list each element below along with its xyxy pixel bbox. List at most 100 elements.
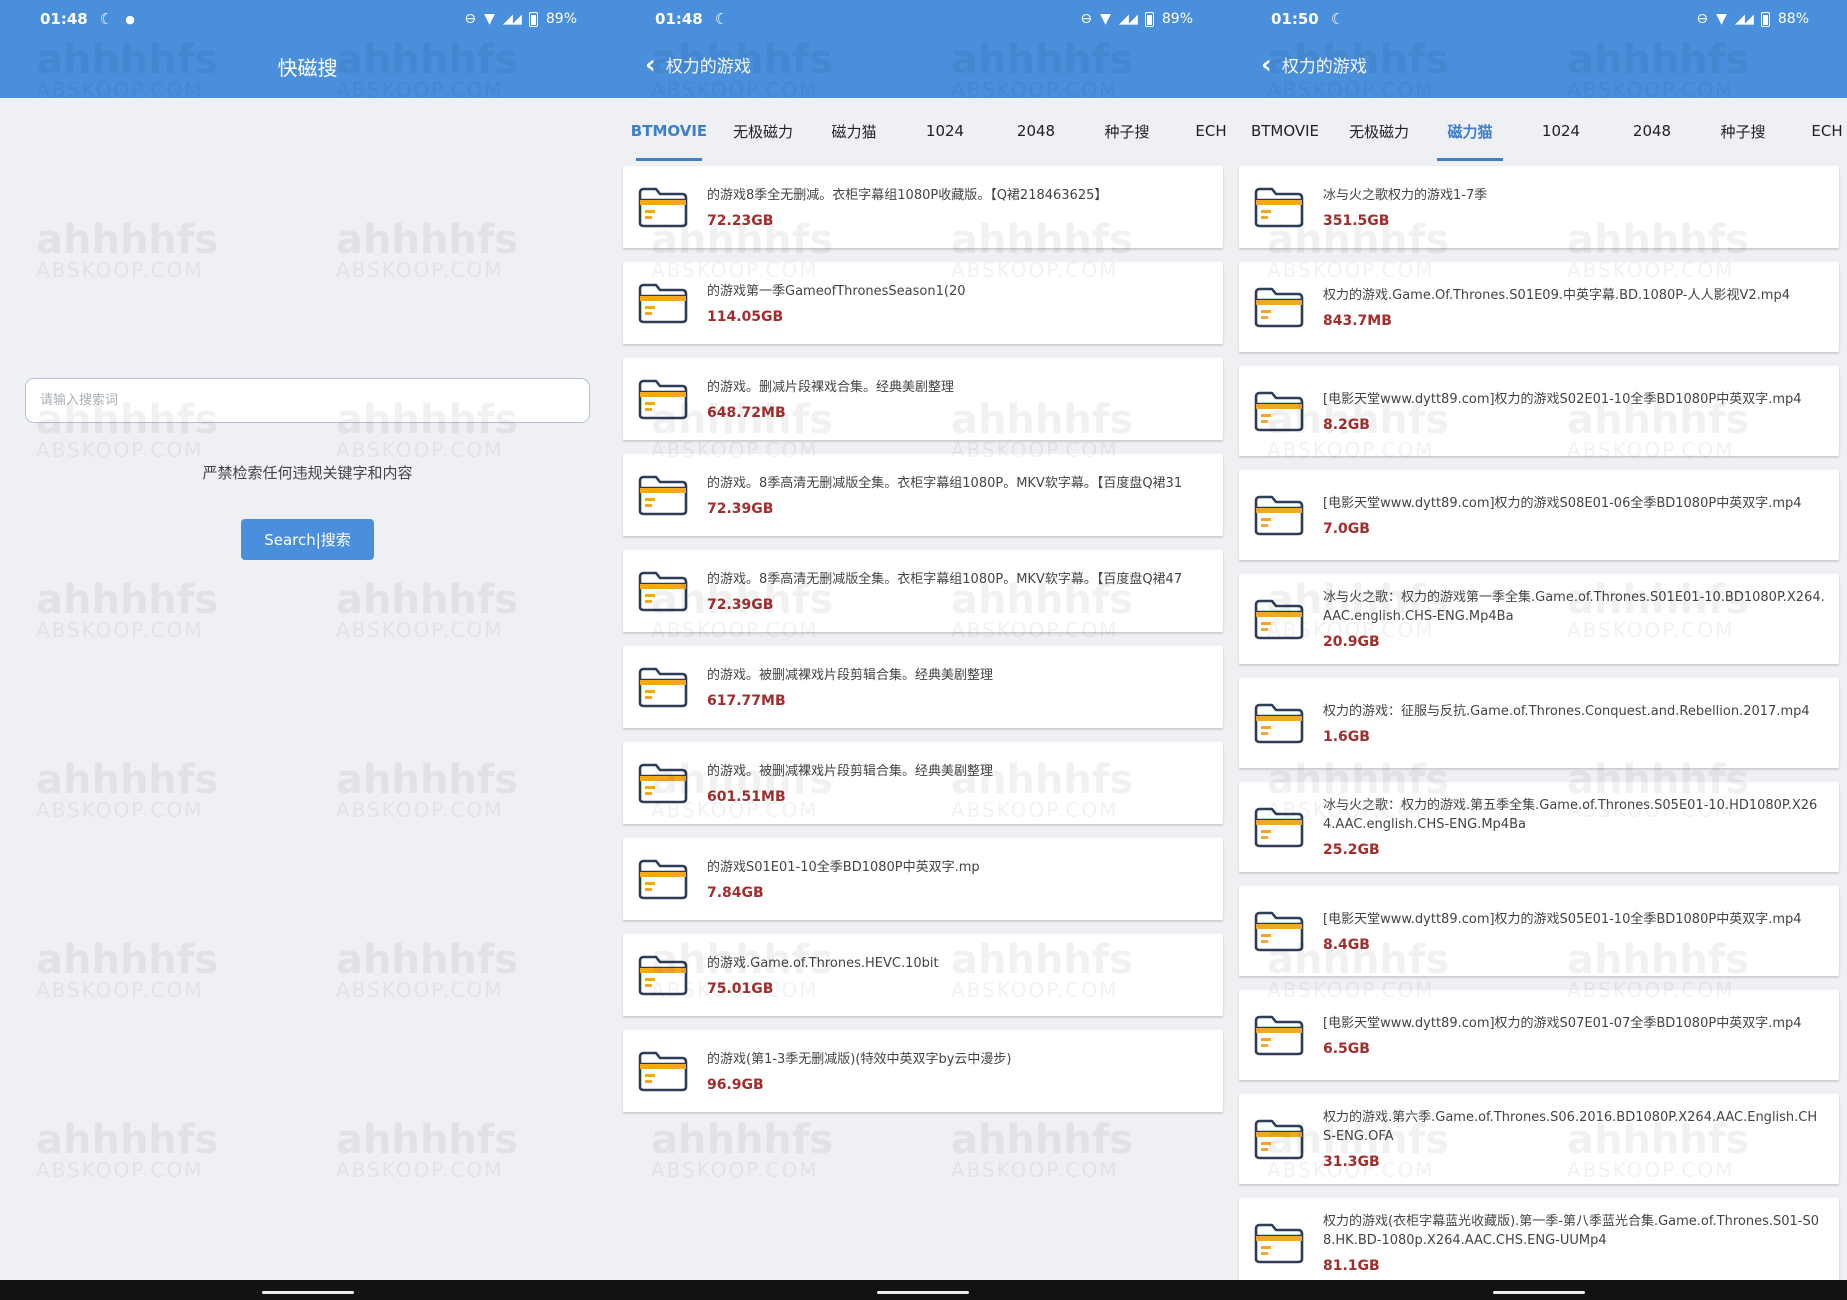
list-item-text: 的游戏。被删减裸戏片段剪辑合集。经典美剧整理 617.77MB [707,666,1209,709]
tab-0[interactable]: BTMOVIE [1243,98,1327,164]
list-item[interactable]: 的游戏8季全无删减。衣柜字幕组1080P收藏版。【Q裙218463625】 72.… [623,166,1223,248]
back-button[interactable]: ‹ 权力的游戏 [1261,49,1367,80]
list-item[interactable]: [电影天堂www.dytt89.com]权力的游戏S02E01-10全季BD10… [1239,366,1839,456]
tab-0[interactable]: BTMOVIE [627,98,711,164]
list-item-text: 权力的游戏(衣柜字幕蓝光收藏版).第一季-第八季蓝光合集.Game.of.Thr… [1323,1212,1825,1274]
list-item[interactable]: 的游戏。被删减裸戏片段剪辑合集。经典美剧整理 617.77MB [623,646,1223,728]
list-item[interactable]: 冰与火之歌权力的游戏1-7季 351.5GB [1239,166,1839,248]
list-item-text: 权力的游戏：征服与反抗.Game.of.Thrones.Conquest.and… [1323,702,1825,745]
home-indicator[interactable] [261,1291,354,1294]
page-title: 快磁搜 [277,56,338,80]
list-item[interactable]: 的游戏第一季GameofThronesSeason1(20 114.05GB [623,262,1223,344]
folder-icon [637,281,689,325]
result-size: 72.39GB [707,500,774,517]
list-item[interactable]: 权力的游戏.Game.Of.Thrones.S01E09.中英字幕.BD.108… [1239,262,1839,352]
result-name: 的游戏。8季高清无删减版全集。衣柜字幕组1080P。MKV软字幕。【百度盘Q裙4… [707,571,1183,587]
list-item[interactable]: [电影天堂www.dytt89.com]权力的游戏S05E01-10全季BD10… [1239,886,1839,976]
list-item[interactable]: 的游戏S01E01-10全季BD1080P中英双字.mp 7.84GB [623,838,1223,920]
result-name: 权力的游戏.Game.Of.Thrones.S01E09.中英字幕.BD.108… [1323,287,1790,303]
list-item[interactable]: 的游戏。8季高清无删减版全集。衣柜字幕组1080P。MKV软字幕。【百度盘Q裙3… [623,454,1223,536]
page-title: 权力的游戏 [1281,57,1367,77]
tab-1[interactable]: 无极磁力 [1340,98,1418,164]
tab-3[interactable]: 1024 [1522,98,1600,164]
list-item[interactable]: 冰与火之歌：权力的游戏.第五季全集.Game.of.Thrones.S05E01… [1239,782,1839,872]
result-name: 的游戏.Game.of.Thrones.HEVC.10bit [707,955,939,971]
battery-icon [1760,11,1770,27]
tab-5[interactable]: 种子搜 [1088,98,1166,164]
list-item[interactable]: 的游戏。删减片段裸戏合集。经典美剧整理 648.72MB [623,358,1223,440]
home-indicator[interactable] [877,1291,969,1294]
list-item[interactable]: [电影天堂www.dytt89.com]权力的游戏S07E01-07全季BD10… [1239,990,1839,1080]
folder-icon [637,1049,689,1093]
source-tabs: BTMOVIE 无极磁力 磁力猫 1024 2048 种子搜 ECH [615,98,1231,164]
list-item-text: 的游戏S01E01-10全季BD1080P中英双字.mp 7.84GB [707,858,1209,901]
folder-icon [1253,701,1305,745]
result-size: 7.0GB [1323,520,1370,537]
search-input[interactable] [25,378,590,423]
result-size: 648.72MB [707,404,786,421]
signal-icon: ◢◢ [1118,11,1138,27]
list-item-text: [电影天堂www.dytt89.com]权力的游戏S05E01-10全季BD10… [1323,910,1825,953]
tab-6[interactable]: ECH [1795,98,1847,164]
dnd-icon: ⊖ [1696,11,1709,27]
search-button[interactable]: Search|搜索 [241,519,374,560]
result-size: 96.9GB [707,1076,764,1093]
result-size: 617.77MB [707,692,786,709]
signal-icon: ◢◢ [1734,11,1754,27]
result-name: 的游戏。删减片段裸戏合集。经典美剧整理 [707,379,955,395]
list-item[interactable]: [电影天堂www.dytt89.com]权力的游戏S08E01-06全季BD10… [1239,470,1839,560]
list-item[interactable]: 权力的游戏.第六季.Game.of.Thrones.S06.2016.BD108… [1239,1094,1839,1184]
list-item-text: 冰与火之歌：权力的游戏第一季全集.Game.of.Thrones.S01E01-… [1323,588,1825,650]
result-list: 冰与火之歌权力的游戏1-7季 351.5GB 权力的游戏.Game.Of.Thron… [1239,166,1839,1300]
watermark: ahhhhfsABSKOOP.COM [951,1117,1134,1182]
home-indicator[interactable] [1493,1291,1585,1294]
tab-6[interactable]: ECH [1179,98,1231,164]
tab-2[interactable]: 磁力猫 [815,98,893,164]
folder-icon [637,569,689,613]
list-item-text: 的游戏。8季高清无删减版全集。衣柜字幕组1080P。MKV软字幕。【百度盘Q裙4… [707,570,1209,613]
folder-icon [1253,1221,1305,1265]
list-item[interactable]: 的游戏。8季高清无删减版全集。衣柜字幕组1080P。MKV软字幕。【百度盘Q裙4… [623,550,1223,632]
list-item[interactable]: 权力的游戏(衣柜字幕蓝光收藏版).第一季-第八季蓝光合集.Game.of.Thr… [1239,1198,1839,1288]
back-button[interactable]: ‹ 权力的游戏 [645,52,751,78]
result-name: [电影天堂www.dytt89.com]权力的游戏S02E01-10全季BD10… [1323,391,1802,407]
tab-4[interactable]: 2048 [997,98,1075,164]
screen-search-home: 01:48 ☾ ● ⊖ ▼ ◢◢ 89% 快磁搜 严禁检索任何违规关键字和内容 … [0,0,615,1300]
tab-5[interactable]: 种子搜 [1704,98,1782,164]
list-item-text: [电影天堂www.dytt89.com]权力的游戏S02E01-10全季BD10… [1323,390,1825,433]
list-item[interactable]: 权力的游戏：征服与反抗.Game.of.Thrones.Conquest.and… [1239,678,1839,768]
list-item[interactable]: 的游戏.Game.of.Thrones.HEVC.10bit 75.01GB [623,934,1223,1016]
result-name: 权力的游戏：征服与反抗.Game.of.Thrones.Conquest.and… [1323,703,1810,719]
result-name: 的游戏。8季高清无删减版全集。衣柜字幕组1080P。MKV软字幕。【百度盘Q裙3… [707,475,1183,491]
warning-text: 严禁检索任何违规关键字和内容 [202,464,413,482]
list-item-text: 的游戏。被删减裸戏片段剪辑合集。经典美剧整理 601.51MB [707,762,1209,805]
result-size: 20.9GB [1323,634,1380,650]
folder-icon [1253,909,1305,953]
wifi-icon: ▼ [1716,11,1727,27]
wifi-icon: ▼ [1100,11,1111,27]
list-item-text: 的游戏。删减片段裸戏合集。经典美剧整理 648.72MB [707,378,1209,421]
watermark: ahhhhfsABSKOOP.COM [336,1117,519,1182]
result-size: 601.51MB [707,788,786,805]
list-item[interactable]: 的游戏(第1-3季无删减版)(特效中英双字by云中漫步) 96.9GB [623,1030,1223,1112]
list-item[interactable]: 的游戏。被删减裸戏片段剪辑合集。经典美剧整理 601.51MB [623,742,1223,824]
list-item[interactable]: 冰与火之歌：权力的游戏第一季全集.Game.of.Thrones.S01E01-… [1239,574,1839,664]
signal-icon: ◢◢ [502,11,522,27]
result-size: 31.3GB [1323,1154,1380,1170]
tab-4[interactable]: 2048 [1613,98,1691,164]
tab-3[interactable]: 1024 [906,98,984,164]
folder-icon [637,857,689,901]
result-size: 8.4GB [1323,936,1370,953]
result-list: 的游戏8季全无删减。衣柜字幕组1080P收藏版。【Q裙218463625】 72.… [623,166,1223,1126]
status-bar: 01:48 ☾ ● ⊖ ▼ ◢◢ 89% [40,8,577,30]
result-name: 的游戏(第1-3季无删减版)(特效中英双字by云中漫步) [707,1051,1012,1067]
result-size: 7.84GB [707,884,764,901]
tab-2[interactable]: 磁力猫 [1431,98,1509,164]
app-bar: 01:48 ☾ ⊖ ▼ ◢◢ 89% ‹ 权力的游戏 [615,0,1231,98]
chevron-left-icon: ‹ [1261,49,1272,80]
dnd-icon: ⊖ [464,11,477,27]
tab-1[interactable]: 无极磁力 [724,98,802,164]
result-name: 的游戏。被删减裸戏片段剪辑合集。经典美剧整理 [707,763,994,779]
watermark: ahhhhfsABSKOOP.COM [36,757,219,822]
folder-icon [1253,597,1305,641]
